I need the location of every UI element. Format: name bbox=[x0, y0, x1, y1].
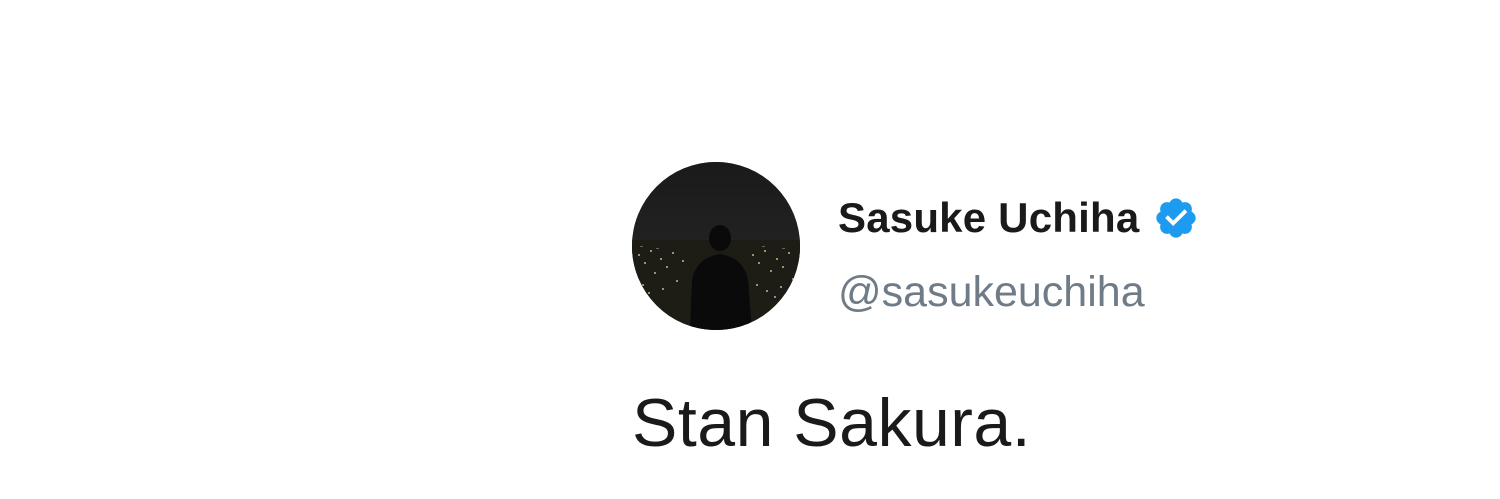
tweet-card: Sasuke Uchiha @sasukeuchiha Stan Sakura. bbox=[632, 162, 1492, 492]
tweet-text: Stan Sakura. bbox=[632, 385, 1032, 461]
profile-avatar[interactable] bbox=[632, 162, 800, 330]
display-name[interactable]: Sasuke Uchiha bbox=[838, 194, 1139, 242]
verified-badge-icon bbox=[1153, 195, 1199, 241]
user-handle[interactable]: @sasukeuchiha bbox=[838, 268, 1145, 317]
night-city-silhouette-icon bbox=[632, 162, 800, 330]
display-name-row: Sasuke Uchiha bbox=[838, 190, 1199, 246]
